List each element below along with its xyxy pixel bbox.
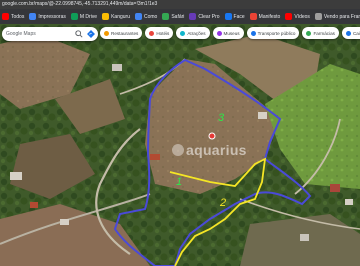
bookmark-label: Face [233, 13, 245, 20]
watermark-text: aquarius [186, 142, 247, 158]
bookmark-item[interactable]: Todos [2, 13, 24, 20]
category-icon [216, 30, 222, 36]
category-chip[interactable]: Farmácias [302, 27, 339, 39]
plot-label-1: 1 [176, 176, 183, 188]
bookmark-label: M Drive [79, 13, 98, 20]
category-chips: Restaurantes Hotéis Atrações Museus Transpor… [100, 27, 360, 39]
category-chip[interactable]: Restaurantes [100, 27, 143, 39]
category-icon [180, 30, 186, 36]
category-label: Restaurantes [111, 30, 139, 36]
bookmark-item[interactable]: Impressoras [29, 13, 66, 20]
category-label: Farmácias [313, 30, 335, 36]
bookmark-label: Vídeos [294, 13, 310, 20]
category-label: Atrações [187, 30, 206, 36]
bookmark-label: Manifesto [258, 13, 281, 20]
bookmark-label: Clear Pro [198, 13, 220, 20]
category-icon [149, 30, 155, 36]
drive-icon [70, 13, 78, 20]
satellite-map[interactable]: aquarius 3 1 2 [0, 24, 360, 266]
app-icon [314, 13, 322, 20]
bookmark-label: Todos [11, 13, 25, 20]
bookmark-item[interactable]: Vendo para Franco [314, 13, 360, 20]
category-icon [250, 30, 256, 36]
app-icon [189, 13, 197, 20]
bookmark-item[interactable]: Safári [162, 13, 184, 20]
category-icon [306, 30, 312, 36]
watermark-logo-icon [172, 144, 184, 156]
category-label: Museus [223, 30, 240, 36]
app-icon [102, 13, 110, 20]
category-chip[interactable]: Transporte público [246, 27, 300, 39]
bookmark-item[interactable]: Vídeos [285, 13, 310, 20]
category-chip[interactable]: Museus [212, 27, 244, 39]
video-icon [285, 13, 293, 20]
category-icon [104, 30, 109, 36]
doc-icon [249, 13, 257, 20]
plot-label-2: 2 [220, 197, 227, 209]
category-chip[interactable]: Atrações [176, 27, 210, 39]
bookmark-label: Safári [171, 13, 185, 20]
bookmark-item[interactable]: Face [224, 13, 245, 20]
category-icon [345, 30, 351, 36]
facebook-icon [224, 13, 232, 20]
category-label: Caixas [352, 30, 360, 36]
bookmark-label: Impressoras [38, 13, 66, 20]
bookmark-label: Kanguru [111, 13, 130, 20]
bookmark-icon [162, 13, 170, 20]
url-text: google.com.br/maps/@-22.0998745,-45.7132… [2, 1, 158, 7]
bookmark-item[interactable]: Manifesto [249, 13, 281, 20]
plot-label-3: 3 [218, 112, 225, 124]
bookmark-label: Como [144, 13, 158, 20]
directions-icon[interactable] [87, 30, 95, 38]
category-chip[interactable]: Hotéis [145, 27, 174, 39]
category-chip[interactable]: Caixas [341, 27, 360, 39]
bookmark-item[interactable]: Como [135, 13, 157, 20]
bookmarks-bar: Todos Impressoras M Drive Kanguru Como Safári… [0, 9, 360, 24]
doc-icon [135, 13, 142, 20]
location-pin-icon[interactable] [208, 132, 216, 140]
bookmark-label: Vendo para Franco [323, 13, 360, 20]
search-box[interactable]: Google Maps [2, 27, 98, 41]
address-bar[interactable]: google.com.br/maps/@-22.0998745,-45.7132… [0, 0, 360, 9]
bookmark-item[interactable]: M Drive [70, 13, 98, 20]
category-label: Hotéis [156, 30, 170, 36]
search-icon[interactable] [75, 30, 83, 38]
youtube-icon [2, 13, 9, 20]
printer-icon [29, 13, 37, 20]
category-label: Transporte público [257, 30, 296, 36]
search-input[interactable]: Google Maps [6, 31, 71, 37]
bookmark-item[interactable]: Kanguru [102, 13, 130, 20]
bookmark-item[interactable]: Clear Pro [189, 13, 220, 20]
